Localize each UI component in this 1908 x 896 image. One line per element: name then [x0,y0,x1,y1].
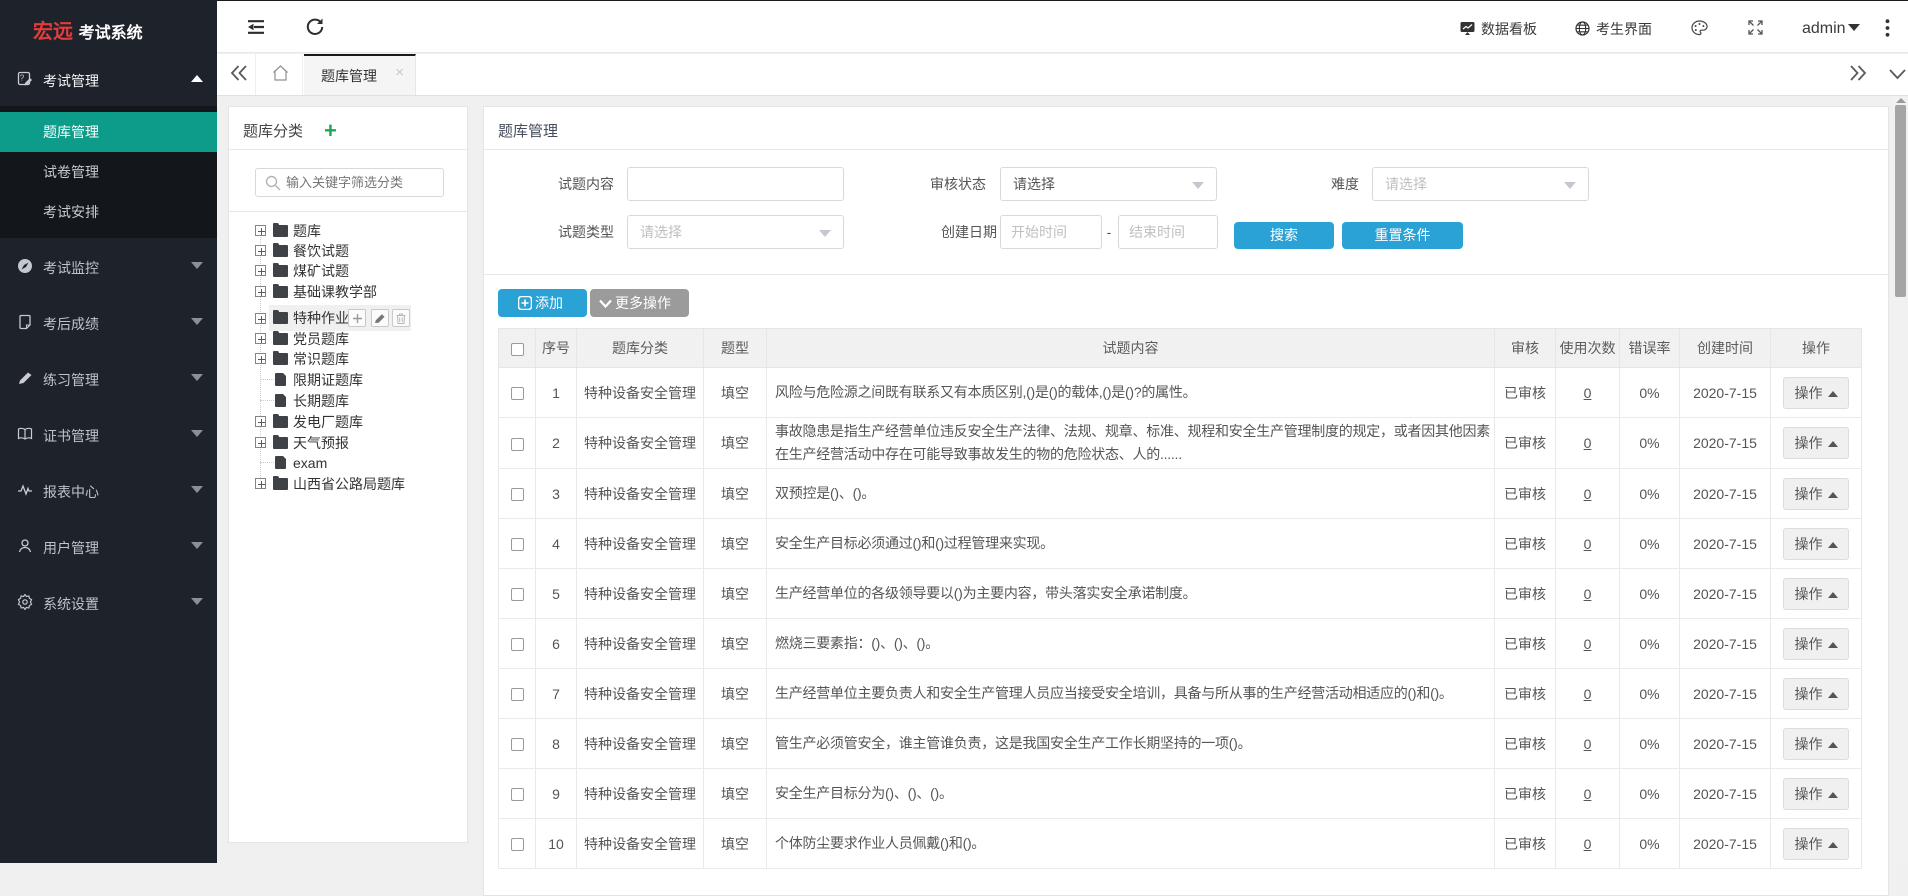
svg-text:?: ? [20,74,25,83]
